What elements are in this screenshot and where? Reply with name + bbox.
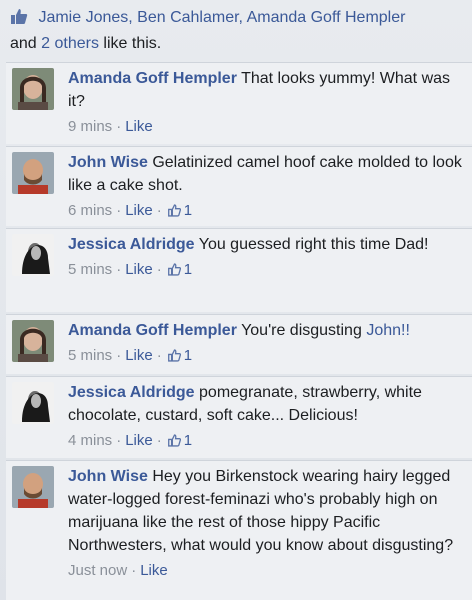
avatar[interactable] <box>12 382 54 424</box>
comment: Jessica Aldridge pomegranate, strawberry… <box>6 376 472 458</box>
comment-time[interactable]: 5 mins <box>68 347 112 364</box>
like-count[interactable]: 1 <box>184 261 192 278</box>
comment-author[interactable]: Amanda Goff Hempler <box>68 70 237 87</box>
like-button[interactable]: Like <box>125 261 153 278</box>
comment-time[interactable]: 4 mins <box>68 432 112 449</box>
comment: John Wise Gelatinized camel hoof cake mo… <box>6 146 472 226</box>
like-count[interactable]: 1 <box>184 432 192 449</box>
comment-time[interactable]: Just now <box>68 562 127 579</box>
comment-meta: 6 mins · Like · 1 <box>68 199 464 224</box>
comment-author[interactable]: John Wise <box>68 154 148 171</box>
comment-body: John Wise Hey you Birkenstock wearing ha… <box>68 465 464 582</box>
avatar[interactable] <box>12 320 54 362</box>
comment-author[interactable]: John Wise <box>68 468 148 485</box>
comment-time[interactable]: 6 mins <box>68 202 112 219</box>
comment-author[interactable]: Jessica Aldridge <box>68 384 195 401</box>
thumbs-up-icon <box>167 201 181 224</box>
like-button[interactable]: Like <box>125 432 153 449</box>
likers-names[interactable]: Jamie Jones, Ben Cahlamer, Amanda Goff H… <box>38 9 405 26</box>
comment-meta: 5 mins · Like · 1 <box>68 258 464 283</box>
avatar[interactable] <box>12 152 54 194</box>
comment-meta: 9 mins · Like <box>68 118 153 135</box>
avatar[interactable] <box>12 234 54 276</box>
comment-text: You guessed right this time Dad! <box>198 236 429 253</box>
mention-link[interactable]: John!! <box>366 322 410 339</box>
comment-body: Jessica Aldridge You guessed right this … <box>68 233 464 283</box>
thumbs-up-icon <box>167 431 181 454</box>
like-count[interactable]: 1 <box>184 347 192 364</box>
like-button[interactable]: Like <box>140 562 168 579</box>
thumbs-up-icon <box>167 346 181 369</box>
avatar[interactable] <box>12 466 54 508</box>
thumbs-up-icon <box>10 8 28 32</box>
likes-and-text: and <box>10 35 37 52</box>
comment-text: You're disgusting <box>241 322 362 339</box>
others-link[interactable]: 2 others <box>41 35 99 52</box>
comment-body: John Wise Gelatinized camel hoof cake mo… <box>68 151 464 224</box>
comment-time[interactable]: 5 mins <box>68 261 112 278</box>
comment-body: Amanda Goff Hempler You're disgusting Jo… <box>68 319 464 369</box>
avatar[interactable] <box>12 68 54 110</box>
comment-time[interactable]: 9 mins <box>68 118 112 135</box>
likes-suffix: like this. <box>103 35 162 52</box>
comment: John Wise Hey you Birkenstock wearing ha… <box>6 460 472 600</box>
comment-meta: 4 mins · Like · 1 <box>68 429 464 454</box>
comment-author[interactable]: Jessica Aldridge <box>68 236 195 253</box>
likes-summary: Jamie Jones, Ben Cahlamer, Amanda Goff H… <box>0 0 472 62</box>
comment: Amanda Goff Hempler You're disgusting Jo… <box>6 314 472 374</box>
like-count[interactable]: 1 <box>184 202 192 219</box>
comment: Jessica Aldridge You guessed right this … <box>6 228 472 312</box>
comment-body: Jessica Aldridge pomegranate, strawberry… <box>68 381 464 454</box>
comments-page: Jamie Jones, Ben Cahlamer, Amanda Goff H… <box>0 0 472 600</box>
like-button[interactable]: Like <box>125 347 153 364</box>
thumbs-up-icon <box>167 260 181 283</box>
like-button[interactable]: Like <box>125 202 153 219</box>
comment-body: Amanda Goff Hempler That looks yummy! Wh… <box>68 67 464 138</box>
comment-author[interactable]: Amanda Goff Hempler <box>68 322 237 339</box>
like-button[interactable]: Like <box>125 118 153 135</box>
comment-meta: Just now · Like <box>68 562 168 579</box>
comment: Amanda Goff Hempler That looks yummy! Wh… <box>6 62 472 144</box>
comment-meta: 5 mins · Like · 1 <box>68 344 464 369</box>
